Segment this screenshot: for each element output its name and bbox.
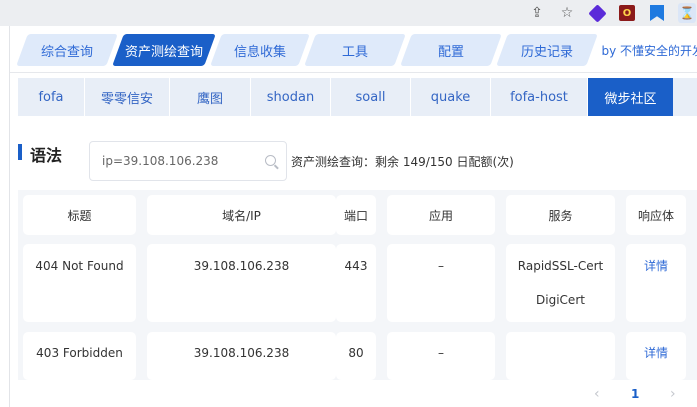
tab-asset-mapping-query[interactable]: 资产测绘查询 xyxy=(112,34,216,66)
main-tabs: 综合查询 资产测绘查询 信息收集 工具 配置 历史记录 by 不懂安全的开发 xyxy=(10,26,697,76)
extension-ribbon-icon[interactable] xyxy=(647,3,667,23)
results-table: 标题 域名/IP 端口 应用 服务 响应体 404 Not Found 39.1… xyxy=(18,190,697,380)
service-tag: DigiCert xyxy=(536,293,585,307)
tab-label: 历史记录 xyxy=(520,44,573,60)
engine-tab-hunter[interactable]: 鹰图 xyxy=(170,78,251,116)
engine-tab-soall[interactable]: soall xyxy=(331,78,411,116)
engine-tab-threatbook[interactable]: 微步社区 xyxy=(588,78,673,116)
browser-toolbar: ⇪ ☆ O ⌛ xyxy=(0,0,697,26)
search-icon[interactable] xyxy=(265,155,276,166)
details-link[interactable]: 详情 xyxy=(644,258,668,274)
engine-tab-fofa-host[interactable]: fofa-host xyxy=(491,78,588,116)
service-tag: RapidSSL-Cert xyxy=(517,259,604,273)
column-header-title: 标题 xyxy=(23,195,136,235)
table-row-1-app: – xyxy=(387,244,495,322)
syntax-label: 语法 xyxy=(30,146,63,165)
table-row-2-port: 80 xyxy=(336,332,376,380)
syntax-marker xyxy=(18,144,22,160)
table-row-1-port: 443 xyxy=(336,244,376,322)
column-header-port: 端口 xyxy=(336,195,376,235)
tab-label: 信息收集 xyxy=(233,44,286,60)
tab-tools[interactable]: 工具 xyxy=(304,34,406,66)
table-row-2-host: 39.108.106.238 xyxy=(147,332,336,380)
column-header-host: 域名/IP xyxy=(147,195,336,235)
tab-label: 配置 xyxy=(437,44,464,60)
extension-hourglass-icon[interactable]: ⌛ xyxy=(677,3,697,23)
cell-text: 404 Not Found xyxy=(35,259,124,273)
tab-label: 工具 xyxy=(341,44,368,60)
search-input[interactable] xyxy=(102,152,262,170)
column-header-service: 服务 xyxy=(506,195,615,235)
table-row-1-title: 404 Not Found xyxy=(23,244,136,322)
table-row-2-title: 403 Forbidden xyxy=(23,332,136,380)
author-text: by 不懂安全的开发 xyxy=(601,44,697,58)
extension-o-icon[interactable]: O xyxy=(617,3,637,23)
column-header-app: 应用 xyxy=(387,195,495,235)
tab-label: 资产测绘查询 xyxy=(124,44,203,60)
table-row-1-service: RapidSSL-Cert DigiCert xyxy=(506,244,615,322)
table-row-1-response: 详情 xyxy=(626,244,686,322)
engine-tab-quake[interactable]: quake xyxy=(411,78,491,116)
engine-tab-shodan[interactable]: shodan xyxy=(251,78,331,116)
extension-diamond-icon[interactable] xyxy=(587,3,607,23)
page-number-current[interactable]: 1 xyxy=(631,387,639,401)
extension-popup: 综合查询 资产测绘查询 信息收集 工具 配置 历史记录 by 不懂安全的开发 f… xyxy=(9,26,697,407)
pagination: ‹ 1 › xyxy=(10,384,697,407)
cell-text: 39.108.106.238 xyxy=(193,346,290,360)
tab-info-gathering[interactable]: 信息收集 xyxy=(210,34,310,66)
engine-tab-fofa[interactable]: fofa xyxy=(18,78,85,116)
tabs-divider xyxy=(10,72,697,73)
cell-text: 80 xyxy=(348,346,364,360)
cell-text: 403 Forbidden xyxy=(36,346,123,360)
tab-history[interactable]: 历史记录 xyxy=(496,34,598,66)
table-row-1-host: 39.108.106.238 xyxy=(147,244,336,322)
cell-text: 39.108.106.238 xyxy=(193,259,290,273)
star-icon[interactable]: ☆ xyxy=(557,3,577,23)
column-header-response: 响应体 xyxy=(626,195,686,235)
cell-text: – xyxy=(438,259,444,273)
tab-config[interactable]: 配置 xyxy=(400,34,502,66)
chevron-left-icon[interactable]: ‹ xyxy=(594,386,600,402)
cell-text: 443 xyxy=(344,259,368,273)
table-row-2-response: 详情 xyxy=(626,332,686,380)
search-box[interactable] xyxy=(89,141,287,181)
table-row-2-app: – xyxy=(387,332,495,380)
table-row-2-service xyxy=(506,332,615,380)
quota-text: 资产测绘查询：剩余 149/150 日配额(次) xyxy=(291,155,514,169)
engine-tabs: fofa 零零信安 鹰图 shodan soall quake fofa-hos… xyxy=(18,78,697,116)
details-link[interactable]: 详情 xyxy=(644,345,668,361)
share-icon[interactable]: ⇪ xyxy=(527,3,547,23)
cell-text: – xyxy=(438,346,444,360)
tab-comprehensive-query[interactable]: 综合查询 xyxy=(16,34,118,66)
engine-tab-zerozone[interactable]: 零零信安 xyxy=(85,78,170,116)
browser-extension-icons: ⇪ ☆ O ⌛ xyxy=(517,3,697,23)
chevron-right-icon[interactable]: › xyxy=(670,386,676,402)
tab-label: 综合查询 xyxy=(40,44,93,60)
